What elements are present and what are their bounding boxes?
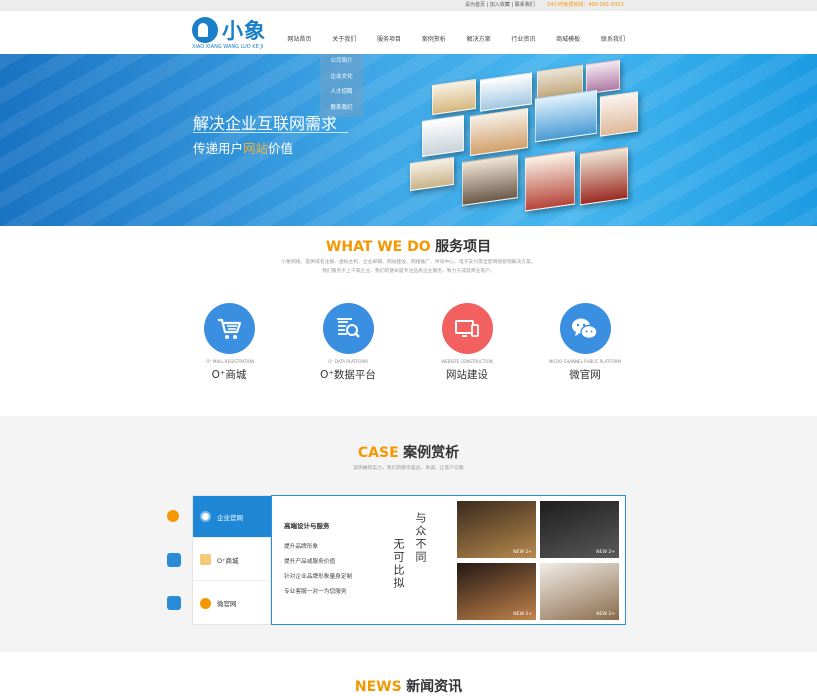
nav-item-home[interactable]: 网站首页: [277, 34, 322, 43]
floating-site-screenshot: [470, 107, 528, 157]
service-card-data[interactable]: O⁺ DATA PLATFORM O⁺数据平台: [293, 303, 403, 382]
dropdown-item-profile[interactable]: 公司简介: [320, 54, 363, 70]
service-subtitle: O⁺ DATA PLATFORM: [328, 359, 368, 364]
website-side-icon: [167, 510, 179, 522]
service-card-website[interactable]: WEBSITE CONSTRUCTION 网站建设: [412, 303, 522, 382]
panel-feature: 提升产品或服务价值: [284, 559, 336, 565]
devices-icon[interactable]: [441, 303, 493, 354]
keyboard-background: [0, 54, 817, 226]
services-intro-line1: 小象网络，提供域名注册、虚拟主机、企业邮箱、网站建设、网络推广、呼叫中心、电子支…: [281, 260, 536, 265]
floating-site-screenshot: [422, 115, 464, 157]
nav-item-solutions[interactable]: 解决方案: [456, 34, 501, 43]
utility-links[interactable]: 设为首页 | 加入收藏 | 联系我们: [465, 1, 535, 8]
thumb-badge: NEW 2+: [513, 550, 532, 555]
services-intro: 小象网络，提供域名注册、虚拟主机、企业邮箱、网站建设、网络推广、呼叫中心、电子支…: [250, 258, 567, 276]
services-intro-line2: 我们服务于上千家企业，我们的使命是专注品质企业服务，致力于成就商业客户。: [322, 269, 495, 274]
link-contact[interactable]: 联系我们: [515, 2, 535, 8]
hotline-text: 24小时免费热线：400-001-0312: [547, 2, 624, 8]
case-panel: 高端设计与服务 提升品牌形象 提升产品或服务价值 针对企业品牌形象量身定制 专业…: [271, 495, 626, 625]
nav-item-about[interactable]: 关于我们: [322, 34, 367, 43]
service-card-mall[interactable]: · O⁺ MALL REGISTRATION O⁺商城: [174, 303, 284, 382]
about-dropdown-menu: 公司简介 企业文化 人才招聘 联系我们: [320, 54, 363, 117]
elephant-logo-icon: [192, 17, 218, 43]
service-title[interactable]: 网站建设: [412, 367, 522, 382]
services-title-en: WHAT WE DO: [325, 239, 431, 255]
cart-side-icon: [167, 553, 181, 567]
calligraphy-right: 与众不同: [414, 512, 427, 564]
thumb-badge: NEW 2+: [596, 612, 615, 617]
floating-site-screenshot: [535, 89, 597, 143]
website-icon: [200, 511, 211, 522]
service-subtitle: · O⁺ MALL REGISTRATION: [203, 359, 255, 364]
service-subtitle: WEBSITE CONSTRUCTION: [441, 359, 493, 364]
hero-subheadline: 传递用户网站价值: [193, 138, 293, 157]
link-add-favorites[interactable]: 加入收藏: [490, 2, 510, 8]
wechat-icon[interactable]: [559, 303, 611, 354]
cart-icon[interactable]: [203, 303, 255, 354]
floating-site-screenshot: [462, 154, 518, 206]
panel-heading: 高端设计与服务: [284, 522, 330, 530]
case-thumbnail[interactable]: NEW 2+: [457, 563, 536, 620]
services-section-title: WHAT WE DO 服务项目: [0, 236, 817, 256]
tab-wechat[interactable]: 微官网: [193, 582, 271, 624]
news-section-title: NEWS 新闻资讯: [0, 676, 817, 696]
logo-name: 小象: [222, 19, 266, 43]
cases-intro: 案例展现实力，我们的服务是品、真诚、让客户信赖: [353, 466, 464, 471]
tab-website[interactable]: 企业官网: [193, 496, 271, 538]
nav-item-services[interactable]: 服务项目: [367, 34, 412, 43]
cases-title-en: CASE: [357, 445, 399, 461]
nav-item-contact[interactable]: 联系我们: [591, 34, 636, 43]
case-thumbnail[interactable]: NEW 2+: [540, 501, 619, 558]
nav-item-cases[interactable]: 案例赏析: [411, 34, 456, 43]
dropdown-item-culture[interactable]: 企业文化: [320, 70, 363, 86]
wechat-side-icon: [167, 596, 181, 610]
floating-site-screenshot: [432, 78, 476, 116]
service-title[interactable]: O⁺商城: [174, 367, 284, 382]
dropdown-item-contact[interactable]: 联系我们: [320, 101, 363, 117]
thumb-badge: NEW 2+: [513, 612, 532, 617]
news-title-cn: 新闻资讯: [406, 679, 463, 695]
floating-site-screenshot: [586, 59, 620, 95]
main-nav: 网站首页 关于我们 服务项目 案例赏析 解决方案 行业资讯 商城模板 联系我们: [277, 34, 635, 43]
panel-feature: 专业客服一对一为您服务: [284, 589, 347, 595]
hero-sub-pre: 传递用户: [193, 141, 244, 156]
wechat-icon: [200, 597, 211, 609]
case-tabs: 企业官网 O⁺商城 微官网: [192, 495, 271, 625]
floating-site-screenshot: [580, 146, 628, 206]
news-title-en: NEWS: [354, 679, 402, 695]
services-title-cn: 服务项目: [435, 239, 492, 255]
hero-divider: [193, 132, 348, 133]
hero-sub-highlight: 网站: [243, 141, 269, 156]
hero-banner: 解决企业互联网需求 传递用户网站价值: [0, 54, 817, 226]
service-title[interactable]: O⁺数据平台: [293, 367, 403, 382]
service-subtitle: MICRO CHANNEL PUBLIC PLATFORM: [548, 359, 621, 364]
service-card-wechat[interactable]: MICRO CHANNEL PUBLIC PLATFORM 微官网: [530, 303, 640, 382]
service-title[interactable]: 微官网: [530, 367, 640, 382]
calligraphy-left: 无可比拟: [392, 538, 405, 590]
nav-item-templates[interactable]: 商城模板: [546, 34, 591, 43]
panel-feature: 针对企业品牌形象量身定制: [284, 574, 353, 580]
nav-item-news[interactable]: 行业资讯: [501, 34, 546, 43]
hero-headline: 解决企业互联网需求: [193, 114, 338, 133]
logo-pinyin: XIAO XIANG WANG LUO KE JI: [192, 44, 264, 50]
thumb-badge: NEW 2+: [596, 550, 615, 555]
case-thumbnail[interactable]: NEW 2+: [540, 563, 619, 620]
top-utility-bar: 设为首页 | 加入收藏 | 联系我们 24小时免费热线：400-001-0312: [0, 0, 817, 11]
panel-feature: 提升品牌形象: [284, 544, 319, 550]
hero-sub-post: 价值: [268, 141, 294, 156]
tab-label: 企业官网: [217, 513, 243, 522]
data-search-icon[interactable]: [322, 303, 374, 354]
cases-section-title: CASE 案例赏析: [0, 442, 817, 462]
tab-label: 微官网: [217, 600, 237, 608]
link-set-homepage[interactable]: 设为首页: [465, 2, 485, 8]
case-thumbnail[interactable]: NEW 2+: [457, 501, 536, 558]
tab-mall[interactable]: O⁺商城: [193, 539, 271, 581]
floating-site-screenshot: [600, 91, 638, 137]
cart-icon: [200, 554, 211, 565]
logo[interactable]: 小象 XIAO XIANG WANG LUO KE JI: [192, 15, 292, 50]
floating-site-screenshot: [525, 150, 575, 212]
dropdown-item-careers[interactable]: 人才招聘: [320, 85, 363, 101]
tab-label: O⁺商城: [217, 556, 239, 565]
cases-title-cn: 案例赏析: [403, 445, 460, 461]
